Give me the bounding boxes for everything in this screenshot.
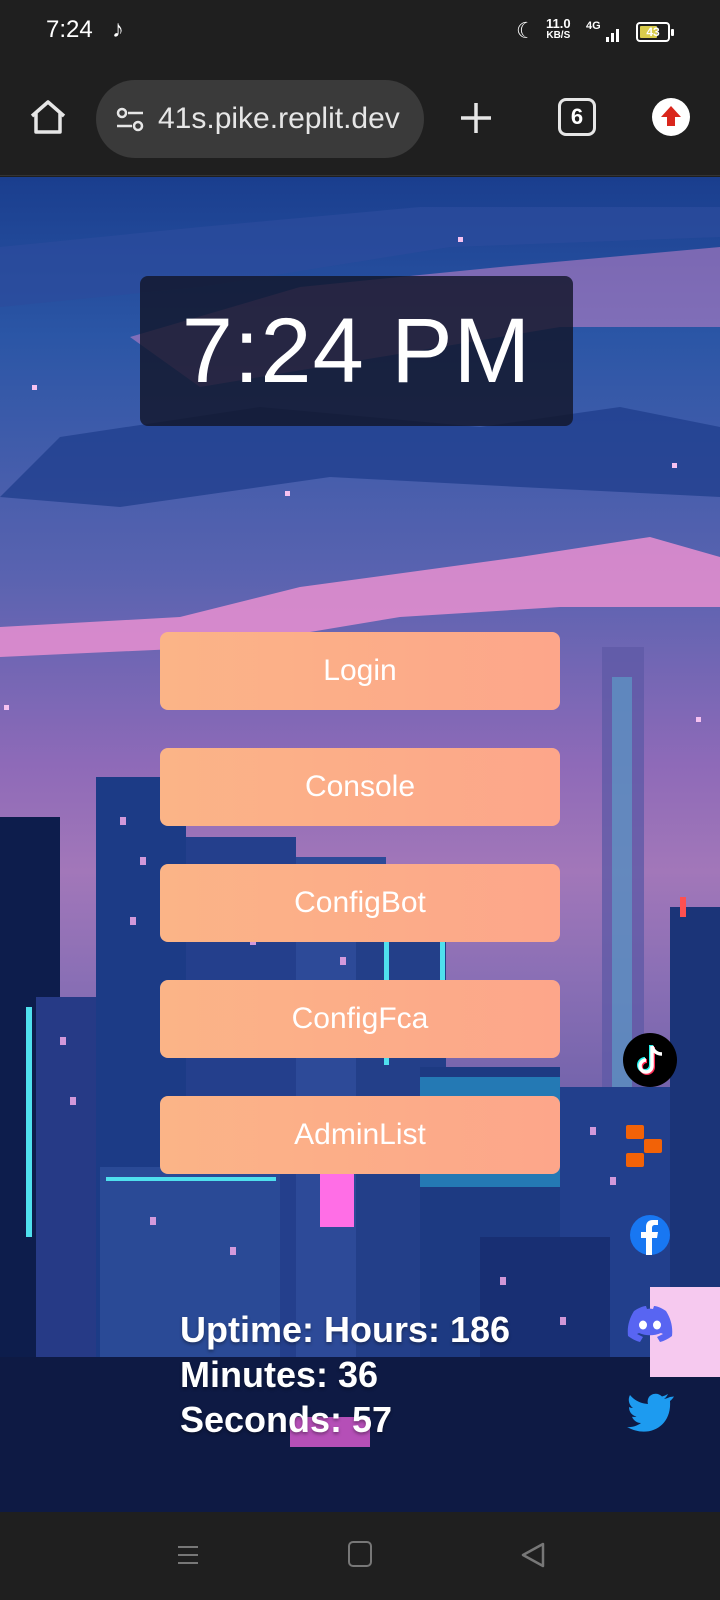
browser-toolbar: 41s.pike.replit.dev 6 xyxy=(0,64,720,176)
login-button[interactable]: Login xyxy=(160,632,560,710)
facebook-icon xyxy=(630,1215,670,1255)
system-nav-bar xyxy=(0,1513,720,1600)
address-bar[interactable]: 41s.pike.replit.dev xyxy=(96,80,424,158)
configfca-button[interactable]: ConfigFca xyxy=(160,980,560,1058)
network-speed-value: 11.0 xyxy=(546,16,571,31)
new-tab-icon xyxy=(461,103,491,133)
battery-icon: 43 xyxy=(636,22,674,42)
recents-menu-icon[interactable] xyxy=(176,1543,200,1567)
discord-link[interactable] xyxy=(622,1295,678,1351)
url-text[interactable]: 41s.pike.replit.dev xyxy=(158,80,414,158)
tiktok-link[interactable] xyxy=(622,1032,678,1088)
clock-display: 7:24 PM xyxy=(140,276,573,426)
tab-switcher-icon[interactable]: 6 xyxy=(558,98,596,136)
update-arrow-icon xyxy=(661,106,681,126)
console-button[interactable]: Console xyxy=(160,748,560,826)
twitter-link[interactable] xyxy=(622,1383,678,1439)
update-button[interactable] xyxy=(652,98,690,136)
configbot-button[interactable]: ConfigBot xyxy=(160,864,560,942)
facebook-link[interactable] xyxy=(622,1207,678,1263)
uptime-minutes: Minutes: 36 xyxy=(180,1354,379,1395)
adminlist-button[interactable]: AdminList xyxy=(160,1096,560,1174)
site-settings-icon[interactable] xyxy=(114,104,146,136)
back-triangle-icon[interactable] xyxy=(520,1541,546,1569)
music-note-icon: ♪ xyxy=(112,16,124,43)
home-square-icon[interactable] xyxy=(348,1541,372,1567)
do-not-disturb-moon-icon: ☾ xyxy=(516,18,536,43)
uptime-counter: Uptime: Hours: 186 Minutes: 36 Seconds: … xyxy=(180,1307,620,1442)
web-page: 7:24 PM Login Console ConfigBot ConfigFc… xyxy=(0,177,720,1512)
twitter-icon xyxy=(627,1393,674,1432)
home-icon xyxy=(30,100,66,134)
uptime-seconds: Seconds: 57 xyxy=(180,1399,393,1440)
battery-level: 43 xyxy=(646,25,660,39)
home-button[interactable] xyxy=(24,94,72,142)
uptime-hours: Uptime: Hours: 186 xyxy=(180,1309,511,1350)
replit-link[interactable] xyxy=(622,1119,678,1175)
new-tab-button[interactable] xyxy=(456,98,496,138)
network-speed: 11.0 KB/S xyxy=(546,16,571,42)
signal-icon xyxy=(596,24,620,42)
status-time: 7:24 xyxy=(46,16,93,43)
discord-icon xyxy=(627,1306,673,1342)
replit-icon xyxy=(626,1125,662,1167)
network-speed-unit: KB/S xyxy=(546,30,571,41)
tiktok-icon xyxy=(623,1033,677,1087)
status-bar: 7:24 ♪ ☾ 11.0 KB/S 4G 43 xyxy=(0,0,720,64)
